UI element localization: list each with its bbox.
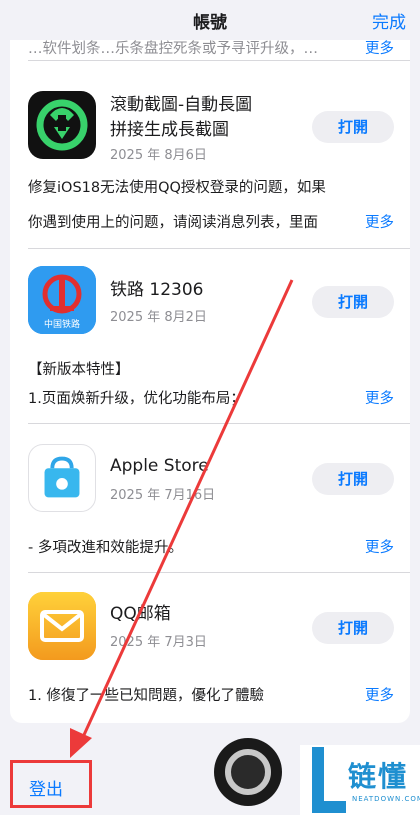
app-date: 2025 年 8月6日 — [110, 148, 207, 163]
app-name: 滾動截圖-自動長圖 — [110, 95, 253, 115]
release-notes: 【新版本特性】 — [28, 362, 130, 378]
divider — [28, 60, 410, 61]
app-name: Apple Store — [110, 456, 209, 476]
more-link[interactable]: 更多 — [365, 535, 394, 561]
watermark: 链懂 NEATDOWN.COM — [300, 745, 420, 815]
open-button[interactable]: 打開 — [312, 286, 394, 318]
list-item: …软件划条…乐条盘控死条或予寻评升级，… 更多 — [10, 38, 410, 58]
watermark-logo-icon — [312, 747, 346, 813]
watermark-brand: 链懂 — [348, 760, 409, 793]
open-button[interactable]: 打開 — [312, 463, 394, 495]
icon-caption: 中国铁路 — [43, 320, 80, 330]
app-date: 2025 年 7月16日 — [110, 488, 216, 503]
more-link[interactable]: 更多 — [365, 386, 394, 412]
divider — [28, 248, 410, 249]
app-name: QQ邮箱 — [110, 604, 171, 624]
divider — [28, 572, 410, 573]
screenshot-app-icon[interactable] — [28, 91, 96, 159]
more-link[interactable]: 更多 — [365, 683, 394, 709]
updates-list: …软件划条…乐条盘控死条或予寻评升级，… 更多 滾動截圖-自動長圖 拼接生成長截… — [10, 30, 410, 723]
apple-store-app-icon[interactable] — [28, 444, 96, 512]
open-button[interactable]: 打開 — [312, 111, 394, 143]
navigation-bar: 帳號 完成 — [0, 0, 420, 40]
release-notes: 1. 修復了一些已知問題，優化了體驗 — [28, 688, 264, 704]
release-notes: - 多項改進和效能提升。 — [28, 540, 183, 556]
logout-label: 登出 — [29, 780, 63, 800]
home-ring-icon — [225, 749, 271, 795]
app-name-line2: 拼接生成長截圖 — [110, 120, 229, 140]
more-link[interactable]: 更多 — [365, 210, 394, 236]
qq-mail-app-icon[interactable] — [28, 592, 96, 660]
divider — [28, 423, 410, 424]
app-date: 2025 年 7月3日 — [110, 635, 207, 650]
open-button[interactable]: 打開 — [312, 612, 394, 644]
watermark-sub: NEATDOWN.COM — [352, 795, 420, 803]
page-title: 帳號 — [193, 13, 227, 33]
assistive-touch-button[interactable] — [214, 738, 282, 806]
release-notes-line2: 1.页面焕新升级，优化功能布局； — [28, 391, 245, 407]
logout-button[interactable]: 登出 — [10, 760, 92, 808]
release-notes-line2: 你遇到使用上的问题，请阅读消息列表，里面 — [28, 215, 318, 231]
release-notes: 修复iOS18无法使用QQ授权登录的问题，如果 — [28, 180, 326, 196]
app-name: 铁路 12306 — [110, 280, 204, 300]
railway-app-icon[interactable]: 中国铁路 — [28, 266, 96, 334]
done-button[interactable]: 完成 — [372, 8, 406, 33]
app-date: 2025 年 8月2日 — [110, 310, 207, 325]
